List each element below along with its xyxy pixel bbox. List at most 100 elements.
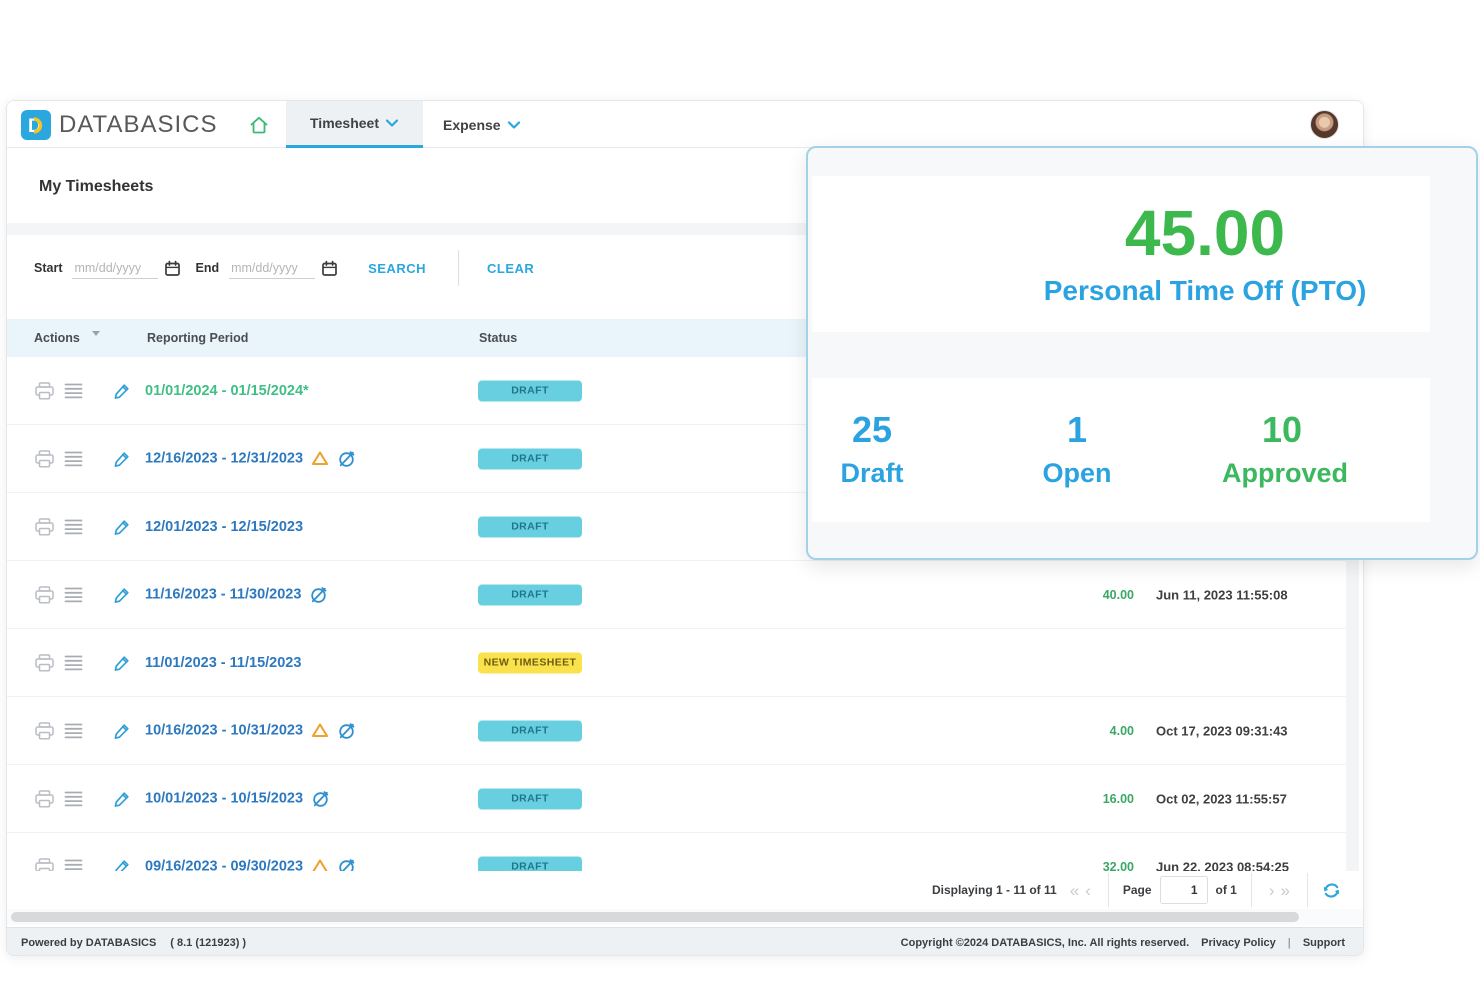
- menu-icon[interactable]: [64, 790, 83, 807]
- chevron-down-icon: [507, 120, 521, 130]
- next-page-icon[interactable]: ›: [1266, 882, 1278, 899]
- modified-timestamp: Oct 17, 2023 09:31:43: [1156, 723, 1288, 738]
- print-icon[interactable]: [34, 721, 55, 740]
- modified-timestamp: Oct 02, 2023 11:55:57: [1156, 791, 1287, 806]
- chevron-down-icon: [385, 118, 399, 128]
- edit-icon[interactable]: [113, 722, 131, 740]
- reporting-period-link[interactable]: 10/01/2023 - 10/15/2023: [145, 791, 303, 807]
- column-header-actions[interactable]: Actions: [34, 331, 80, 345]
- support-link[interactable]: Support: [1303, 937, 1345, 949]
- menu-icon[interactable]: [64, 586, 83, 603]
- status-cell: DRAFT: [478, 584, 582, 605]
- status-cell: DRAFT: [478, 516, 582, 537]
- reporting-period-cell: 12/16/2023 - 12/31/2023: [145, 449, 356, 468]
- timesheet-row: 11/16/2023 - 11/30/2023 DRAFT 40.00 Jun 11,…: [7, 561, 1353, 629]
- status-badge: NEW TIMESHEET: [478, 652, 582, 673]
- edit-icon[interactable]: [113, 518, 131, 536]
- stat-value: 10: [1222, 412, 1342, 448]
- copyright-text: Copyright ©2024 DATABASICS, Inc. All rig…: [901, 937, 1189, 949]
- menu-icon[interactable]: [64, 518, 83, 535]
- clear-button[interactable]: CLEAR: [487, 261, 534, 276]
- pto-label: Personal Time Off (PTO): [1044, 275, 1367, 307]
- horizontal-scrollbar-track: [7, 909, 1363, 925]
- edit-icon[interactable]: [113, 450, 131, 468]
- menu-icon[interactable]: [64, 450, 83, 467]
- navbar: D DATABASICS Timesheet Expense: [7, 101, 1363, 148]
- status-badge: DRAFT: [478, 380, 582, 401]
- edit-icon[interactable]: [113, 654, 131, 672]
- start-date-input[interactable]: [72, 258, 158, 279]
- prev-page-icon[interactable]: ‹: [1082, 882, 1094, 899]
- hours-value: 16.00: [1024, 792, 1134, 806]
- print-icon[interactable]: [34, 381, 55, 400]
- reporting-period-link[interactable]: 10/16/2023 - 10/31/2023: [145, 723, 303, 739]
- page-of-label: of 1: [1216, 883, 1237, 897]
- reporting-period-cell: 01/01/2024 - 01/15/2024*: [145, 383, 309, 399]
- edit-icon[interactable]: [113, 586, 131, 604]
- no-clock-icon: [337, 449, 356, 468]
- end-date-input[interactable]: [229, 258, 315, 279]
- print-icon[interactable]: [34, 789, 55, 808]
- reporting-period-link[interactable]: 12/01/2023 - 12/15/2023: [145, 519, 303, 535]
- horizontal-scrollbar-thumb[interactable]: [11, 912, 1299, 922]
- search-button[interactable]: SEARCH: [368, 261, 426, 276]
- pagination-divider: [1251, 873, 1252, 907]
- start-date-label: Start: [34, 261, 62, 275]
- stat-label: Open: [1017, 458, 1137, 489]
- reporting-period-link[interactable]: 11/16/2023 - 11/30/2023: [145, 587, 301, 603]
- edit-icon[interactable]: [113, 790, 131, 808]
- menu-icon[interactable]: [64, 654, 83, 671]
- tab-expense[interactable]: Expense: [419, 101, 545, 148]
- print-icon[interactable]: [34, 585, 55, 604]
- print-icon[interactable]: [34, 653, 55, 672]
- reporting-period-link[interactable]: 12/16/2023 - 12/31/2023: [145, 451, 303, 467]
- reporting-period-link[interactable]: 01/01/2024 - 01/15/2024*: [145, 383, 309, 399]
- pagination-divider: [1108, 873, 1109, 907]
- timesheet-row: 11/01/2023 - 11/15/2023 NEW TIMESHEET: [7, 629, 1353, 697]
- version-text: ( 8.1 (121923) ): [170, 937, 246, 949]
- first-page-icon[interactable]: «: [1067, 882, 1082, 899]
- no-clock-icon: [311, 789, 330, 808]
- last-page-icon[interactable]: »: [1278, 882, 1293, 899]
- modified-timestamp: Jun 11, 2023 11:55:08: [1156, 587, 1288, 602]
- edit-icon[interactable]: [113, 382, 131, 400]
- tab-expense-label: Expense: [443, 117, 501, 133]
- calendar-icon[interactable]: [321, 260, 338, 277]
- pagination-bar: Displaying 1 - 11 of 11 « ‹ Page of 1 › …: [7, 871, 1363, 909]
- status-badge: DRAFT: [478, 720, 582, 741]
- no-clock-icon: [337, 721, 356, 740]
- calendar-icon[interactable]: [164, 260, 181, 277]
- hours-value: 4.00: [1024, 724, 1134, 738]
- menu-icon[interactable]: [64, 722, 83, 739]
- column-header-reporting-period[interactable]: Reporting Period: [147, 331, 248, 345]
- status-badge: DRAFT: [478, 584, 582, 605]
- refresh-icon[interactable]: [1322, 881, 1341, 900]
- no-clock-icon: [309, 585, 328, 604]
- displaying-count: Displaying 1 - 11 of 11: [932, 883, 1057, 897]
- reporting-period-link[interactable]: 11/01/2023 - 11/15/2023: [145, 655, 301, 671]
- stat-value: 25: [812, 412, 932, 448]
- hours-value: 40.00: [1024, 588, 1134, 602]
- status-cell: DRAFT: [478, 720, 582, 741]
- footer: Powered by DATABASICS ( 8.1 (121923) ) C…: [7, 927, 1363, 956]
- timesheet-stats-panel: 25Draft1Open10Approved: [812, 378, 1430, 522]
- status-cell: DRAFT: [478, 380, 582, 401]
- reporting-period-cell: 10/01/2023 - 10/15/2023: [145, 789, 330, 808]
- home-icon[interactable]: [248, 114, 270, 136]
- filter-divider: [458, 250, 459, 286]
- print-icon[interactable]: [34, 449, 55, 468]
- databasics-logo-icon: D: [21, 110, 51, 140]
- column-header-status[interactable]: Status: [479, 331, 517, 345]
- print-icon[interactable]: [34, 517, 55, 536]
- menu-icon[interactable]: [64, 382, 83, 399]
- pto-total-panel: 45.00 Personal Time Off (PTO): [812, 176, 1430, 332]
- user-avatar[interactable]: [1310, 110, 1339, 139]
- sort-caret-icon[interactable]: [92, 331, 100, 336]
- page-number-input[interactable]: [1160, 876, 1208, 904]
- status-badge: DRAFT: [478, 516, 582, 537]
- privacy-policy-link[interactable]: Privacy Policy: [1201, 937, 1276, 949]
- status-cell: DRAFT: [478, 448, 582, 469]
- status-cell: NEW TIMESHEET: [478, 652, 582, 673]
- stat-label: Draft: [812, 458, 932, 489]
- tab-timesheet[interactable]: Timesheet: [286, 101, 423, 148]
